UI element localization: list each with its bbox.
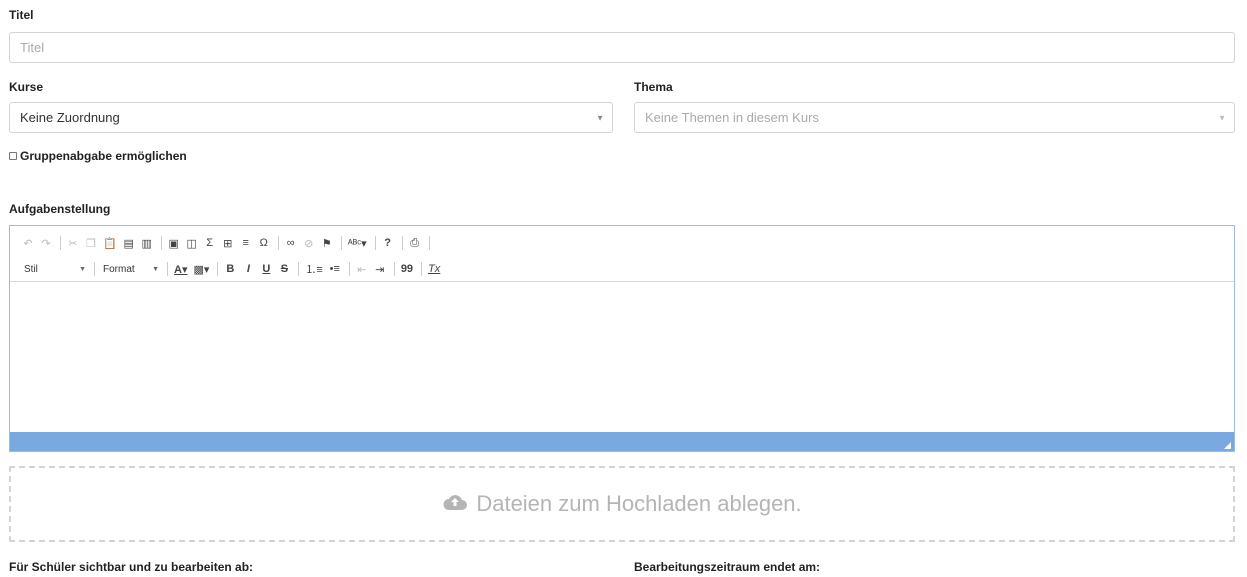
toolbar-separator bbox=[277, 236, 279, 250]
group-submission-checkbox[interactable] bbox=[9, 152, 17, 160]
editor-content-area[interactable] bbox=[10, 282, 1234, 432]
editor-footer-bar bbox=[10, 432, 1234, 451]
toolbar-separator bbox=[393, 262, 395, 276]
bullet-list-icon[interactable]: •≡ bbox=[327, 260, 343, 278]
toolbar-separator bbox=[60, 236, 61, 250]
paste-word-icon[interactable]: ▥ bbox=[139, 234, 155, 252]
file-dropzone[interactable]: Dateien zum Hochladen ablegen. bbox=[9, 466, 1235, 542]
format-combo[interactable]: Format ▼ bbox=[99, 264, 163, 275]
unlink-icon[interactable]: ⊘ bbox=[301, 234, 317, 252]
sigma-icon[interactable]: Σ bbox=[202, 234, 218, 252]
task-label: Aufgabenstellung bbox=[9, 202, 111, 216]
image-plus-icon[interactable]: ◫ bbox=[184, 234, 200, 252]
topic-select[interactable]: Keine Themen in diesem Kurs ▼ bbox=[634, 102, 1235, 133]
paste-text-icon[interactable]: ▤ bbox=[121, 234, 137, 252]
deadline-label: Bearbeitungszeitraum endet am: bbox=[634, 560, 821, 574]
indent-icon[interactable]: ⇥ bbox=[372, 260, 388, 278]
quote-icon[interactable]: 99 bbox=[399, 260, 415, 278]
outdent-icon[interactable]: ⇤ bbox=[354, 260, 370, 278]
toolbar-separator bbox=[421, 262, 423, 276]
chevron-down-icon: ▼ bbox=[79, 265, 86, 273]
style-combo[interactable]: Stil ▼ bbox=[20, 264, 90, 275]
spellcheck-icon[interactable]: ᴬᴮᶜ▾ bbox=[346, 234, 369, 252]
chevron-down-icon: ▼ bbox=[596, 113, 604, 122]
cut-icon[interactable]: ✂ bbox=[65, 234, 81, 252]
resize-handle-icon[interactable] bbox=[1224, 442, 1231, 449]
courses-selected-value: Keine Zuordnung bbox=[20, 110, 120, 125]
toolbar-separator bbox=[94, 262, 95, 276]
toolbar-separator bbox=[160, 236, 162, 250]
toolbar-separator bbox=[217, 262, 219, 276]
chevron-down-icon: ▼ bbox=[152, 265, 159, 273]
image-icon[interactable]: ▣ bbox=[166, 234, 182, 252]
italic-button[interactable]: I bbox=[240, 260, 256, 278]
chevron-down-icon: ▼ bbox=[1218, 113, 1226, 122]
toolbar-row-1: ↶ ↷ ✂ ❐ 📋 ▤ ▥ ▣ ◫ Σ ⊞ ≡ Ω ∞ ⊘ ⚑ ᴬᴮᶜ▾ ? ⎙ bbox=[10, 232, 1234, 254]
bold-button[interactable]: B bbox=[222, 260, 238, 278]
courses-label: Kurse bbox=[9, 80, 44, 94]
dropzone-text: Dateien zum Hochladen ablegen. bbox=[476, 491, 802, 516]
paste-icon[interactable]: 📋 bbox=[101, 234, 119, 252]
toolbar-separator bbox=[298, 262, 300, 276]
text-color-icon[interactable]: A▾ bbox=[172, 260, 189, 278]
background-color-icon[interactable]: ▩▾ bbox=[191, 260, 211, 278]
numbered-list-icon[interactable]: ⒈≡ bbox=[303, 260, 324, 278]
help-icon[interactable]: ? bbox=[380, 234, 396, 252]
visible-from-label: Für Schüler sichtbar und zu bearbeiten a… bbox=[9, 560, 254, 574]
toolbar-row-2: Stil ▼ Format ▼ A▾ ▩▾ B I U S ⒈≡ •≡ ⇤ ⇥ … bbox=[10, 258, 1234, 280]
copy-icon[interactable]: ❐ bbox=[83, 234, 99, 252]
toolbar-separator bbox=[428, 236, 430, 250]
title-placeholder: Titel bbox=[20, 40, 45, 55]
toolbar-separator bbox=[374, 236, 376, 250]
undo-icon[interactable]: ↶ bbox=[20, 234, 36, 252]
cloud-upload-icon bbox=[442, 491, 468, 517]
underline-button[interactable]: U bbox=[258, 260, 274, 278]
print-icon[interactable]: ⎙ bbox=[407, 234, 423, 252]
title-input[interactable]: Titel bbox=[9, 32, 1235, 63]
anchor-flag-icon[interactable]: ⚑ bbox=[319, 234, 335, 252]
topic-selected-value: Keine Themen in diesem Kurs bbox=[645, 110, 819, 125]
rich-text-editor: ↶ ↷ ✂ ❐ 📋 ▤ ▥ ▣ ◫ Σ ⊞ ≡ Ω ∞ ⊘ ⚑ ᴬᴮᶜ▾ ? ⎙ bbox=[9, 225, 1235, 452]
group-submission-row[interactable]: Gruppenabgabe ermöglichen bbox=[9, 149, 187, 163]
horizontal-line-icon[interactable]: ≡ bbox=[238, 234, 254, 252]
courses-select[interactable]: Keine Zuordnung ▼ bbox=[9, 102, 613, 133]
editor-toolbar: ↶ ↷ ✂ ❐ 📋 ▤ ▥ ▣ ◫ Σ ⊞ ≡ Ω ∞ ⊘ ⚑ ᴬᴮᶜ▾ ? ⎙ bbox=[10, 226, 1234, 282]
topic-label: Thema bbox=[634, 80, 673, 94]
style-combo-label: Stil bbox=[24, 263, 38, 275]
redo-icon[interactable]: ↷ bbox=[38, 234, 54, 252]
toolbar-separator bbox=[348, 262, 350, 276]
group-submission-label: Gruppenabgabe ermöglichen bbox=[20, 149, 187, 163]
strike-button[interactable]: S bbox=[276, 260, 292, 278]
omega-icon[interactable]: Ω bbox=[256, 234, 272, 252]
format-combo-label: Format bbox=[103, 263, 135, 275]
toolbar-separator bbox=[167, 262, 168, 276]
toolbar-separator bbox=[401, 236, 403, 250]
table-icon[interactable]: ⊞ bbox=[220, 234, 236, 252]
remove-format-icon[interactable]: Tx bbox=[426, 260, 442, 278]
toolbar-separator bbox=[340, 236, 342, 250]
link-icon[interactable]: ∞ bbox=[283, 234, 299, 252]
title-label: Titel bbox=[9, 8, 34, 22]
